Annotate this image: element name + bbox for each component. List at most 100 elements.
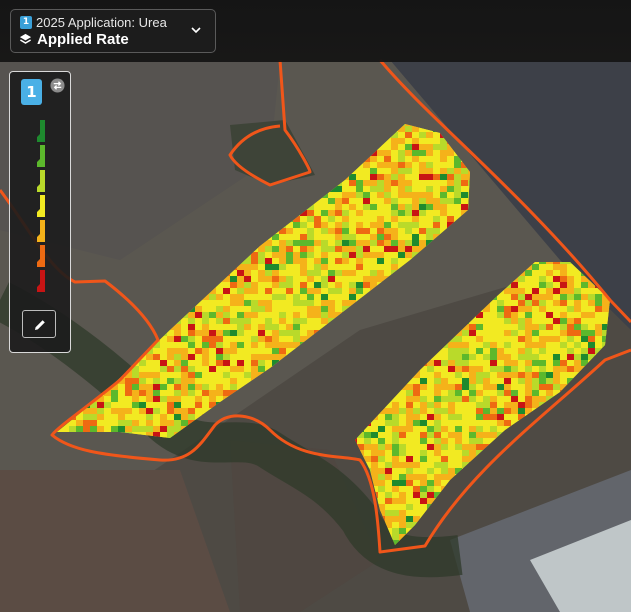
rate-cell: [356, 270, 363, 276]
rate-cell: [132, 414, 139, 420]
rate-cell: [125, 402, 132, 408]
rate-cell: [314, 270, 321, 276]
rate-cell: [588, 336, 595, 342]
rate-cell: [174, 408, 181, 414]
rate-cell: [581, 306, 588, 312]
rate-cell: [441, 366, 448, 372]
rate-cell: [251, 336, 258, 342]
rate-cell: [448, 450, 455, 456]
rate-cell: [356, 174, 363, 180]
rate-cell: [525, 348, 532, 354]
rate-cell: [342, 204, 349, 210]
rate-cell: [567, 288, 574, 294]
rate-cell: [419, 204, 426, 210]
field-map[interactable]: [0, 0, 631, 612]
rate-cell: [539, 318, 546, 324]
rate-cell: [293, 258, 300, 264]
rate-cell: [504, 318, 511, 324]
rate-cell: [314, 294, 321, 300]
rate-cell: [237, 312, 244, 318]
rate-cell: [371, 432, 378, 438]
rate-cell: [97, 408, 104, 414]
rate-cell: [363, 234, 370, 240]
rate-cell: [490, 330, 497, 336]
rate-cell: [447, 198, 454, 204]
rate-cell: [272, 264, 279, 270]
rate-cell: [160, 390, 167, 396]
rate-cell: [167, 348, 174, 354]
rate-cell: [433, 138, 440, 144]
rate-cell: [476, 348, 483, 354]
rate-cell: [391, 198, 398, 204]
rate-cell: [581, 324, 588, 330]
rate-cell: [160, 426, 167, 432]
rate-cell: [483, 372, 490, 378]
rate-cell: [419, 234, 426, 240]
rate-cell: [342, 258, 349, 264]
rate-cell: [413, 456, 420, 462]
rate-cell: [553, 318, 560, 324]
rate-cell: [363, 168, 370, 174]
rate-cell: [427, 462, 434, 468]
rate-cell: [455, 462, 462, 468]
rate-cell: [363, 276, 370, 282]
rate-cell: [188, 360, 195, 366]
rate-cell: [244, 306, 251, 312]
rate-cell: [518, 408, 525, 414]
rate-cell: [398, 210, 405, 216]
rate-cell: [188, 348, 195, 354]
rate-cell: [244, 282, 251, 288]
rate-cell: [441, 396, 448, 402]
rate-cell: [370, 222, 377, 228]
rate-cell: [335, 246, 342, 252]
rate-cell: [511, 336, 518, 342]
rate-cell: [342, 210, 349, 216]
rate-cell: [272, 270, 279, 276]
rate-cell: [195, 342, 202, 348]
rate-cell: [385, 420, 392, 426]
rate-cell: [300, 258, 307, 264]
rate-cell: [399, 438, 406, 444]
rate-cell: [461, 168, 468, 174]
rate-cell: [426, 234, 433, 240]
rate-cell: [188, 324, 195, 330]
rate-cell: [405, 192, 412, 198]
rate-cell: [216, 336, 223, 342]
rate-cell: [462, 360, 469, 366]
rate-cell: [342, 288, 349, 294]
rate-cell: [560, 366, 567, 372]
rate-cell: [497, 378, 504, 384]
rate-cell: [405, 138, 412, 144]
rate-cell: [469, 324, 476, 330]
rate-cell: [539, 372, 546, 378]
rate-cell: [195, 360, 202, 366]
rate-cell: [335, 204, 342, 210]
rate-cell: [279, 330, 286, 336]
rate-cell: [497, 336, 504, 342]
rate-cell: [525, 354, 532, 360]
rate-cell: [469, 330, 476, 336]
rate-cell: [476, 366, 483, 372]
rate-cell: [476, 390, 483, 396]
rate-cell: [286, 240, 293, 246]
rate-cell: [412, 138, 419, 144]
rate-cell: [377, 240, 384, 246]
rate-cell: [532, 300, 539, 306]
rate-cell: [286, 258, 293, 264]
rate-cell: [384, 234, 391, 240]
rate-cell: [391, 150, 398, 156]
rate-cell: [391, 234, 398, 240]
rate-cell: [525, 270, 532, 276]
rate-cell: [398, 228, 405, 234]
rate-cell: [342, 216, 349, 222]
rate-cell: [139, 372, 146, 378]
rate-cell: [328, 252, 335, 258]
rate-cell: [293, 318, 300, 324]
rate-cell: [412, 210, 419, 216]
rate-cell: [448, 384, 455, 390]
rate-cell: [588, 324, 595, 330]
rate-cell: [497, 348, 504, 354]
rate-cell: [391, 144, 398, 150]
rate-cell: [244, 324, 251, 330]
rate-cell: [370, 168, 377, 174]
